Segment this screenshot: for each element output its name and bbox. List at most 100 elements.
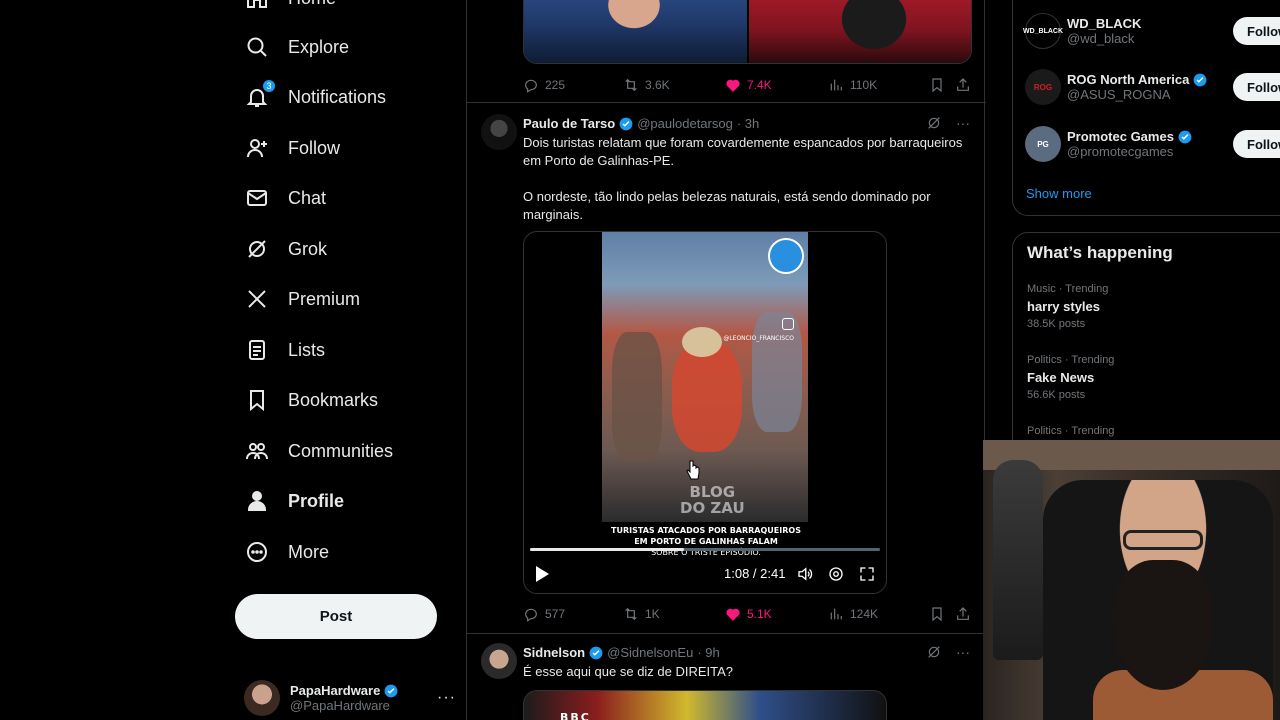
bookmark-button[interactable] [929, 77, 945, 93]
trend-item[interactable]: Politics · Trending Fake News 56.6K post… [1027, 354, 1114, 401]
reply-icon [525, 79, 537, 93]
sidebar-item-explore[interactable]: Explore [240, 27, 359, 67]
video-watermark: BLOG DO ZAU [680, 483, 745, 517]
follow-suggestion[interactable]: WD_BLACK WD_BLACK @wd_black [1023, 13, 1141, 49]
avatar: WD_BLACK [1023, 13, 1063, 49]
verified-badge-icon [1178, 130, 1192, 143]
tweet-tools: ··· [926, 644, 970, 660]
follow-suggestion[interactable]: PG Promotec Games @promotecgames [1025, 126, 1192, 162]
sidebar-item-follow[interactable]: Follow [240, 128, 350, 168]
like-count: 7.4K [747, 78, 772, 92]
account-handle: @PapaHardware [290, 698, 390, 713]
follow-button[interactable]: Follow [1233, 17, 1280, 45]
author-handle[interactable]: @paulodetarsog [637, 116, 733, 131]
grok-icon[interactable] [926, 115, 942, 131]
share-button[interactable] [955, 606, 971, 622]
tweet-image[interactable] [748, 0, 971, 63]
sidebar-item-bookmarks[interactable]: Bookmarks [240, 380, 388, 420]
suggestion-handle: @wd_black [1067, 31, 1135, 46]
trend-item[interactable]: Politics · Trending [1027, 425, 1114, 437]
repost-icon [625, 78, 637, 92]
person-icon [244, 488, 270, 514]
sidebar-item-home[interactable]: Home [240, 0, 346, 18]
video-player[interactable]: @LEONCIO_FRANCISCO BLOG DO ZAU TURISTAS … [523, 231, 887, 594]
repost-button[interactable]: 1K [623, 606, 660, 622]
tweet-text: É esse aqui que se diz de DIREITA? [523, 664, 734, 679]
sidebar-item-chat[interactable]: Chat [240, 178, 336, 218]
tweet-time[interactable]: · 9h [697, 645, 719, 660]
bookmark-button[interactable] [929, 606, 945, 622]
suggestion-name: ROG North America [1067, 72, 1207, 87]
more-horizontal-icon[interactable]: ··· [956, 644, 970, 660]
avatar[interactable] [481, 114, 517, 150]
video-caption-line: TURISTAS ATACADOS POR BARRAQUEIROS [611, 526, 801, 535]
sidebar-item-label: Communities [288, 440, 394, 461]
post-button[interactable]: Post [235, 594, 437, 639]
follow-suggestion[interactable]: ROG ROG North America @ASUS_ROGNA [1025, 69, 1207, 105]
settings-gear-icon[interactable] [827, 565, 845, 583]
view-count: 124K [850, 607, 879, 621]
video-frame[interactable]: @LEONCIO_FRANCISCO BLOG DO ZAU [602, 232, 808, 522]
share-icon [957, 607, 969, 620]
trend-post-count: 38.5K posts [1027, 318, 1086, 330]
trend-post-count: 56.6K posts [1027, 389, 1086, 401]
video-controls: 1:08 / 2:41 [524, 562, 886, 588]
views-button[interactable]: 124K [828, 606, 878, 622]
like-button[interactable]: 5.1K [725, 606, 772, 622]
follow-button[interactable]: Follow [1233, 130, 1280, 158]
author-name[interactable]: Sidnelson [523, 645, 585, 660]
share-button[interactable] [955, 77, 971, 93]
app-root: Home Explore 3 Notifications Follow Chat… [0, 0, 1280, 720]
sidebar-item-more[interactable]: More [240, 532, 339, 572]
repost-count: 3.6K [645, 78, 670, 92]
heart-icon [726, 79, 740, 92]
more-horizontal-icon[interactable]: ··· [437, 689, 456, 707]
trend-context: Music · Trending [1027, 283, 1109, 295]
grok-icon [244, 236, 270, 262]
whats-happening-panel: What’s happening Music · Trending harry … [1012, 232, 1280, 472]
sidebar-item-communities[interactable]: Communities [240, 431, 403, 471]
reply-button[interactable]: 577 [523, 606, 565, 622]
sidebar-item-notifications[interactable]: 3 Notifications [240, 77, 396, 117]
sidebar-item-label: Bookmarks [288, 389, 379, 410]
verified-badge-icon [1193, 73, 1207, 86]
reply-count: 577 [545, 607, 566, 621]
account-switcher[interactable]: PapaHardware @PapaHardware ··· [244, 678, 456, 718]
video-progress-bar[interactable] [530, 548, 880, 551]
sidebar-item-lists[interactable]: Lists [240, 330, 335, 370]
tweet-media-grid[interactable] [523, 0, 972, 64]
author-handle[interactable]: @SidnelsonEu [607, 645, 693, 660]
sidebar-item-label: Premium [288, 288, 361, 309]
sidebar-item-grok[interactable]: Grok [240, 229, 337, 269]
tweet-image[interactable]: BBC [523, 690, 887, 720]
follow-button[interactable]: Follow [1233, 73, 1280, 101]
sidebar-item-label: Explore [288, 36, 350, 57]
views-button[interactable]: 110K [828, 77, 877, 93]
show-more-link[interactable]: Show more [1026, 186, 1092, 201]
trend-context: Politics · Trending [1027, 354, 1115, 366]
trend-item[interactable]: Music · Trending harry styles 38.5K post… [1027, 283, 1108, 330]
more-horizontal-icon[interactable]: ··· [956, 115, 970, 131]
volume-icon[interactable] [796, 565, 814, 583]
reply-count: 225 [545, 78, 566, 92]
tweet-time[interactable]: · 3h [737, 116, 759, 131]
communities-icon [244, 438, 270, 464]
divider [467, 633, 986, 634]
repost-button[interactable]: 3.6K [623, 77, 670, 93]
like-count: 5.1K [747, 607, 772, 621]
reply-button[interactable]: 225 [523, 77, 565, 93]
grok-icon[interactable] [926, 644, 942, 660]
suggestion-name-text: ROG North America [1067, 72, 1190, 87]
video-scene [682, 327, 722, 357]
sidebar-item-profile[interactable]: Profile [240, 481, 354, 521]
sidebar-item-premium[interactable]: Premium [240, 279, 370, 319]
like-button[interactable]: 7.4K [725, 77, 772, 93]
author-name[interactable]: Paulo de Tarso [523, 116, 615, 131]
play-icon[interactable] [536, 566, 549, 582]
avatar[interactable] [481, 643, 517, 679]
search-icon [244, 34, 270, 60]
fullscreen-icon[interactable] [858, 565, 876, 583]
tweet-header: Paulo de Tarso @paulodetarsog · 3h [523, 116, 759, 131]
tweet-image[interactable] [524, 0, 747, 63]
repost-count: 1K [645, 607, 660, 621]
